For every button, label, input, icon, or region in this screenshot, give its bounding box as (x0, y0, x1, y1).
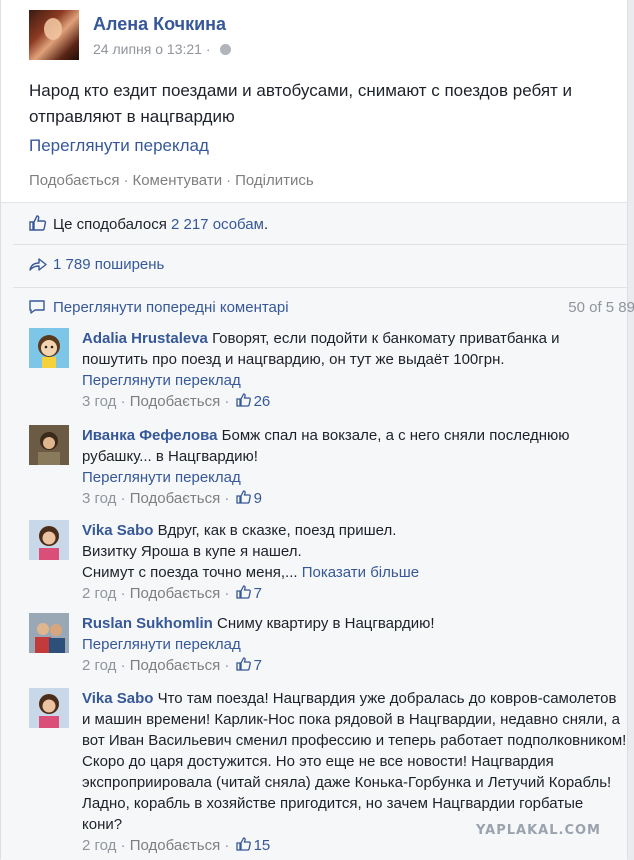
comment-like-count[interactable]: 7 (254, 585, 262, 602)
likes-summary: Це сподобалося 2 217 особам. (29, 215, 268, 233)
thumbs-up-icon (235, 585, 251, 599)
comment-like-count[interactable]: 26 (254, 393, 271, 410)
comment-like-button[interactable]: Подобається (130, 837, 220, 854)
view-previous-comments-link[interactable]: Переглянути попередні коментарі (53, 299, 289, 316)
comment-time[interactable]: 3 год (82, 393, 116, 410)
commenter-avatar[interactable] (29, 520, 69, 560)
shares-count: 1 789 поширень (53, 256, 165, 273)
commenter-avatar[interactable] (29, 328, 69, 368)
feedback-section: Це сподобалося 2 217 особам. 1 789 пошир… (1, 202, 634, 860)
likes-count-link[interactable]: 2 217 особам (171, 216, 264, 233)
thumbs-up-icon (29, 215, 47, 231)
thumbs-up-icon (235, 393, 251, 407)
comment-author[interactable]: Vika Sabo (82, 522, 153, 539)
comment-text-line: Визитку Яроша в купе я нашел. (82, 543, 302, 560)
author-avatar[interactable] (29, 10, 79, 60)
avatar-photo-icon (29, 520, 69, 560)
avatar-photo-icon (29, 613, 69, 653)
author-name[interactable]: Алена Кочкина (93, 14, 226, 35)
comment-time[interactable]: 2 год (82, 585, 116, 602)
comment-time[interactable]: 2 год (82, 837, 116, 854)
show-more-link[interactable]: Показати більше (302, 564, 419, 581)
previous-comments-row: Переглянути попередні коментарі 50 of 5 … (29, 299, 634, 316)
comment-translate-link[interactable]: Переглянути переклад (82, 467, 627, 488)
shares-link[interactable]: 1 789 поширень (29, 256, 164, 273)
divider (13, 244, 627, 245)
comment-meta: 2 год · Подобається · 7 (82, 585, 262, 602)
separator-dot: · (123, 172, 129, 189)
comment-bubble-icon (29, 300, 45, 314)
globe-icon[interactable] (220, 44, 232, 55)
post-meta: 24 липня о 13:21 · (93, 41, 232, 57)
comment-author[interactable]: Ruslan Sukhomlin (82, 615, 213, 632)
comment-body: Ruslan Sukhomlin Сниму квартиру в Нацгва… (82, 613, 627, 676)
thumbs-up-icon (235, 837, 251, 851)
separator-dot: · (226, 172, 232, 189)
comment-author[interactable]: Vika Sabo (82, 690, 153, 707)
comment-counter: 50 of 5 89 (568, 299, 634, 316)
comment-like-count[interactable]: 9 (254, 490, 262, 507)
commenter-avatar[interactable] (29, 688, 69, 728)
comment-meta: 3 год · Подобається · 9 (82, 490, 262, 507)
comment-text-line: Снимут с поезда точно меня,... (82, 564, 298, 581)
comment-like-button[interactable]: Подобається (130, 657, 220, 674)
post-actions: Подобається · Коментувати · Поділитись (29, 172, 314, 189)
comment-translate-link[interactable]: Переглянути переклад (82, 634, 627, 655)
comment-like-button[interactable]: Подобається (130, 490, 220, 507)
comment-author[interactable]: Adalia Hrustaleva (82, 330, 208, 347)
post-timestamp[interactable]: 24 липня о 13:21 · (93, 41, 214, 57)
share-icon (29, 258, 47, 271)
comment-like-button[interactable]: Подобається (130, 393, 220, 410)
comment-text: Сниму квартиру в Нацгвардию! (217, 615, 435, 632)
divider (13, 287, 627, 288)
comment-meta: 3 год · Подобається · 26 (82, 393, 271, 410)
commenter-avatar[interactable] (29, 425, 69, 465)
commenter-avatar[interactable] (29, 613, 69, 653)
comment-like-count[interactable]: 15 (254, 837, 271, 854)
post-text: Народ кто ездит поездами и автобусами, с… (29, 81, 573, 126)
likes-suffix: . (263, 216, 269, 233)
comment-translate-link[interactable]: Переглянути переклад (82, 370, 627, 391)
avatar-photo-icon (29, 425, 69, 465)
comment-text: Что там поезда! Нацгвардия уже добралась… (82, 690, 627, 833)
post-card: Алена Кочкина 24 липня о 13:21 · Народ к… (0, 0, 634, 860)
comment-body: Иванка Фефелова Бомж спал на вокзале, а … (82, 425, 627, 509)
comment-button[interactable]: Коментувати (132, 172, 222, 189)
like-button[interactable]: Подобається (29, 172, 119, 189)
thumbs-up-icon (235, 490, 251, 504)
comment-meta: 2 год · Подобається · 15 (82, 837, 271, 854)
comment-meta: 2 год · Подобається · 7 (82, 657, 262, 674)
comment-body: Adalia Hrustaleva Говорят, если подойти … (82, 328, 627, 412)
post-translate-link[interactable]: Переглянути переклад (29, 136, 209, 156)
comment-like-count[interactable]: 7 (254, 657, 262, 674)
comment-like-button[interactable]: Подобається (130, 585, 220, 602)
comment-time[interactable]: 3 год (82, 490, 116, 507)
comment-author[interactable]: Иванка Фефелова (82, 427, 218, 444)
thumbs-up-icon (235, 657, 251, 671)
avatar-cartoon-icon (29, 328, 69, 368)
comment-body: Vika Sabo Вдруг, как в сказке, поезд при… (82, 520, 627, 604)
share-button[interactable]: Поділитись (235, 172, 314, 189)
comment-time[interactable]: 2 год (82, 657, 116, 674)
likes-prefix: Це сподобалося (53, 216, 171, 233)
watermark: YAPLAKAL.COM (476, 823, 601, 838)
avatar-photo-icon (29, 688, 69, 728)
comment-text: Вдруг, как в сказке, поезд пришел. (157, 522, 397, 539)
